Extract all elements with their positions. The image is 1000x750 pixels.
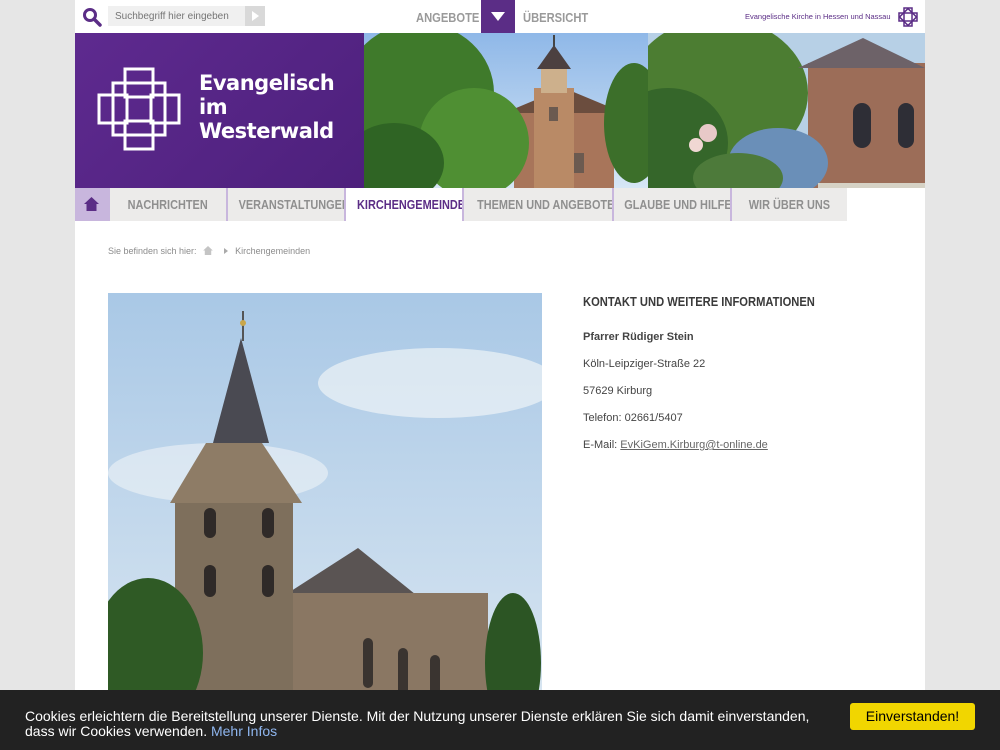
cookie-accept-button[interactable]: Einverstanden! [850, 703, 975, 730]
breadcrumb-home-icon[interactable] [203, 246, 213, 255]
ekhn-logo-icon[interactable] [898, 7, 918, 27]
chevron-down-icon[interactable] [481, 0, 515, 33]
search-submit-button[interactable] [245, 6, 265, 26]
logo-line-2: im [199, 95, 228, 119]
top-link-angebote[interactable]: ANGEBOTE [416, 10, 479, 25]
church-photo [108, 293, 542, 713]
logo-cross-icon [97, 67, 181, 151]
top-bar: ANGEBOTE ÜBERSICHT Evangelische Kirche i… [75, 0, 925, 33]
nav-item-themen-und-angebote[interactable]: THEMEN UND ANGEBOTE [462, 188, 612, 221]
breadcrumb-current[interactable]: Kirchengemeinden [235, 246, 310, 256]
cookie-banner: Cookies erleichtern die Bereitstellung u… [0, 690, 1000, 750]
search-icon[interactable] [82, 7, 102, 27]
main-nav: NACHRICHTEN VERANSTALTUNGEN KIRCHENGEMEI… [75, 188, 925, 221]
contact-phone: Telefon: 02661/5407 [583, 412, 683, 424]
header-banner: Evangelisch im Westerwald [75, 33, 925, 188]
home-icon [84, 197, 99, 211]
nav-item-wir-ueber-uns[interactable]: WIR ÜBER UNS [730, 188, 847, 221]
contact-email-link[interactable]: EvKiGem.Kirburg@t-online.de [620, 439, 768, 451]
contact-email-label: E-Mail: [583, 439, 618, 451]
breadcrumb-prefix: Sie befinden sich hier: [108, 246, 197, 256]
page: ANGEBOTE ÜBERSICHT Evangelische Kirche i… [75, 0, 925, 750]
cookie-more-info-link[interactable]: Mehr Infos [211, 723, 277, 739]
top-link-uebersicht[interactable]: ÜBERSICHT [523, 10, 588, 25]
breadcrumb: Sie befinden sich hier: Kirchengemeinden [108, 246, 310, 256]
logo-text: Evangelisch im Westerwald [199, 71, 335, 143]
logo-line-1: Evangelisch [199, 71, 335, 95]
logo-line-3: Westerwald [199, 119, 334, 143]
search-input[interactable] [108, 6, 245, 26]
nav-item-nachrichten[interactable]: NACHRICHTEN [108, 188, 226, 221]
nav-item-kirchengemeinden[interactable]: KIRCHENGEMEINDEN [344, 188, 462, 221]
contact-name: Pfarrer Rüdiger Stein [583, 331, 694, 343]
header-photo-church-tower [364, 33, 648, 188]
cookie-text: Cookies erleichtern die Bereitstellung u… [25, 708, 810, 739]
contact-email-row: E-Mail: EvKiGem.Kirburg@t-online.de [583, 440, 903, 451]
contact-street: Köln-Leipziger-Straße 22 [583, 358, 706, 370]
nav-item-veranstaltungen[interactable]: VERANSTALTUNGEN [226, 188, 344, 221]
site-logo[interactable]: Evangelisch im Westerwald [75, 33, 364, 188]
breadcrumb-separator-icon [223, 248, 228, 254]
cookie-message: Cookies erleichtern die Bereitstellung u… [25, 709, 835, 739]
contact-title: KONTAKT UND WEITERE INFORMATIONEN [583, 294, 815, 309]
nav-home[interactable] [75, 188, 108, 221]
nav-item-glaube-und-hilfe[interactable]: GLAUBE UND HILFE [612, 188, 730, 221]
header-photo-church-flowers [648, 33, 925, 188]
contact-city: 57629 Kirburg [583, 385, 653, 397]
contact-panel: KONTAKT UND WEITERE INFORMATIONEN Pfarre… [583, 294, 903, 451]
ekhn-link[interactable]: Evangelische Kirche in Hessen und Nassau [745, 12, 891, 21]
